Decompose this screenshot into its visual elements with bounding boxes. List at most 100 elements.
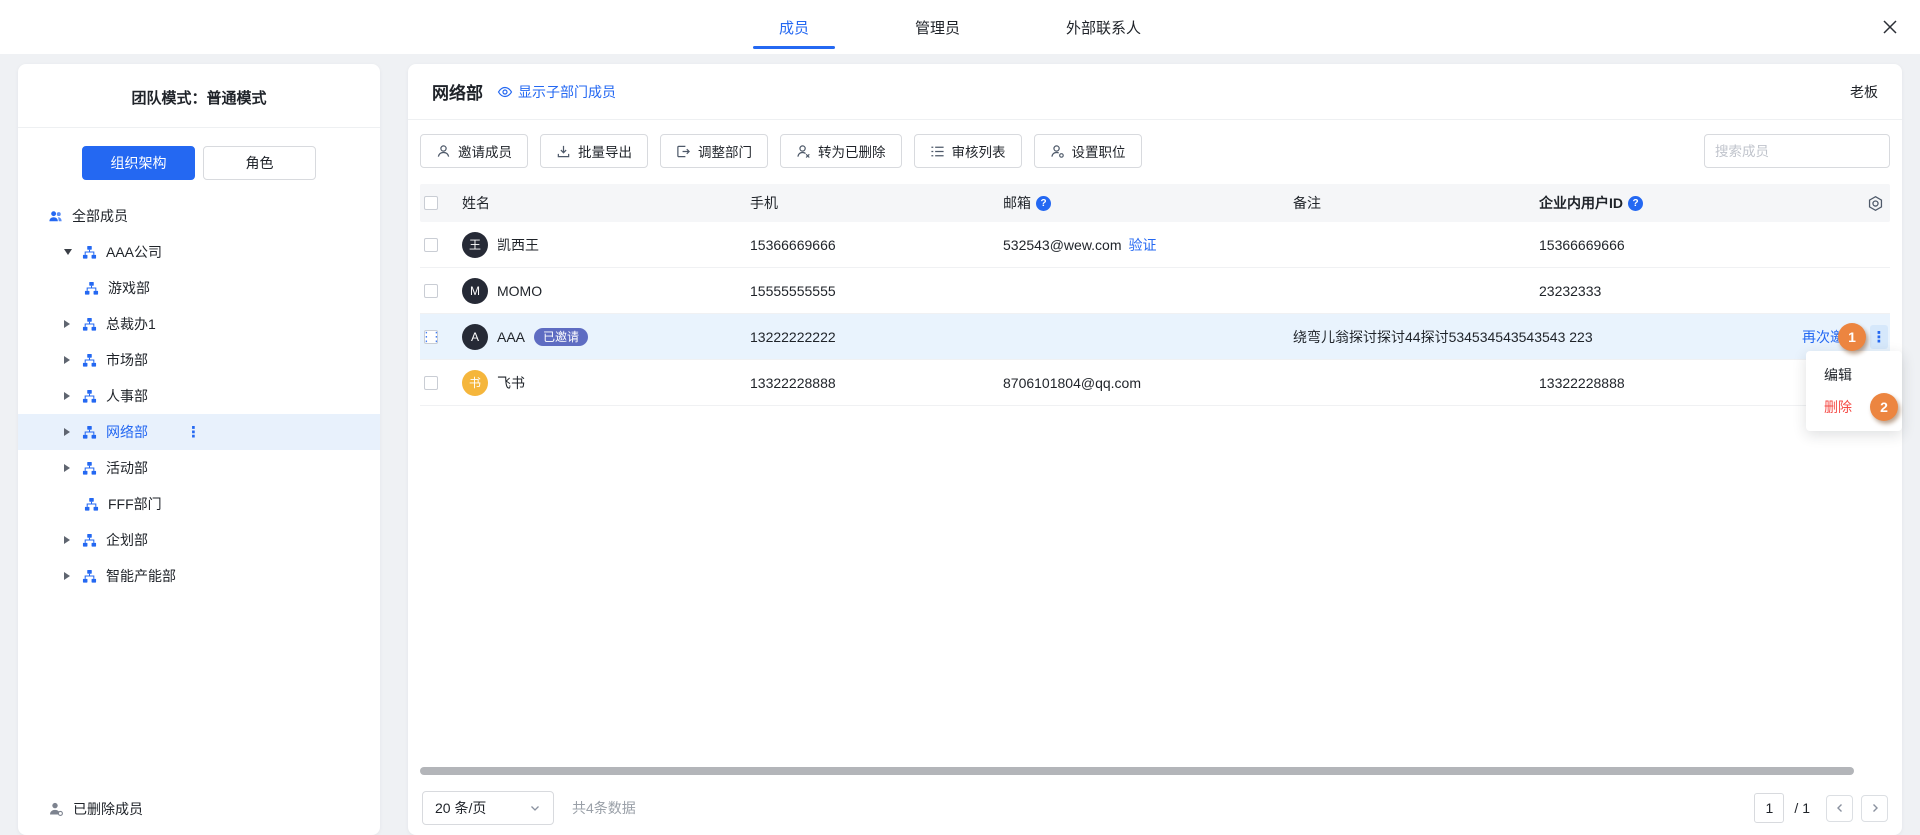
member-remark: 绕弯儿翁探讨探讨44探讨534534543543543 223 (1293, 327, 1593, 347)
set-position-label: 设置职位 (1072, 141, 1126, 161)
members-table: 姓名 手机 邮箱 ? 备注 企业内用户ID ? 王 凯西 (420, 184, 1890, 406)
annotation-marker-2: 2 (1870, 393, 1898, 421)
member-user-id: 13322228888 (1539, 375, 1625, 391)
page-size-select[interactable]: 20 条/页 (422, 791, 554, 825)
tree-label: 游戏部 (108, 278, 150, 298)
tree-label: 网络部 (106, 422, 148, 442)
tree-label: 智能产能部 (106, 566, 176, 586)
chevron-collapsed-icon[interactable] (64, 428, 76, 436)
delete-menu-item[interactable]: 删除 2 (1806, 391, 1902, 423)
panel-header: 网络部 显示子部门成员 老板 (408, 64, 1902, 119)
sidebar-item-market-dept[interactable]: 市场部 (18, 342, 380, 378)
next-page-button[interactable] (1861, 795, 1888, 822)
org-structure-button[interactable]: 组织架构 (82, 146, 195, 180)
sidebar-item-activity-dept[interactable]: 活动部 (18, 450, 380, 486)
table-row[interactable]: 书 飞书 13322228888 8706101804@qq.com 13322… (420, 360, 1890, 406)
table-row[interactable]: M MOMO 15555555555 23232333 (420, 268, 1890, 314)
help-icon[interactable]: ? (1036, 196, 1051, 211)
tree-label: 活动部 (106, 458, 148, 478)
sidebar-item-game-dept[interactable]: 游戏部 (18, 270, 380, 306)
member-email: 532543@wew.com (1003, 237, 1122, 253)
chevron-collapsed-icon[interactable] (64, 464, 76, 472)
sidebar-item-network-dept[interactable]: 网络部 ⋮ (18, 414, 380, 450)
tab-admins[interactable]: 管理员 (889, 0, 986, 54)
person-settings-icon (1050, 144, 1065, 159)
column-settings-icon[interactable] (1867, 195, 1884, 212)
tree-label: 总裁办1 (106, 314, 156, 334)
prev-page-button[interactable] (1826, 795, 1853, 822)
row-checkbox[interactable] (424, 284, 438, 298)
member-name: MOMO (497, 283, 542, 299)
table-row[interactable]: ⋮⋮ A AAA 已邀请 13222222222 绕弯儿翁探讨探讨44探讨534… (420, 314, 1890, 360)
invite-member-label: 邀请成员 (458, 141, 512, 161)
table-header-row: 姓名 手机 邮箱 ? 备注 企业内用户ID ? (420, 184, 1890, 222)
show-sub-dept-label: 显示子部门成员 (518, 82, 616, 102)
sidebar-item-hr-dept[interactable]: 人事部 (18, 378, 380, 414)
sidebar-item-planning-dept[interactable]: 企划部 (18, 522, 380, 558)
sidebar-item-ceo-office[interactable]: 总裁办1 (18, 306, 380, 342)
org-icon (84, 497, 99, 512)
move-to-deleted-button[interactable]: 转为已删除 (780, 134, 902, 168)
tree-label: AAA公司 (106, 242, 162, 262)
chevron-expanded-icon[interactable] (64, 249, 76, 255)
chevron-collapsed-icon[interactable] (64, 356, 76, 364)
more-icon[interactable]: ⋮ (186, 425, 201, 440)
invite-member-button[interactable]: 邀请成员 (420, 134, 528, 168)
avatar: 王 (462, 232, 488, 258)
show-sub-dept-toggle[interactable]: 显示子部门成员 (497, 82, 616, 102)
edit-menu-item[interactable]: 编辑 (1806, 359, 1902, 391)
delete-label: 删除 (1824, 397, 1852, 417)
verify-email-link[interactable]: 验证 (1129, 235, 1157, 255)
page-size-value: 20 条/页 (435, 798, 486, 818)
tree-label: 市场部 (106, 350, 148, 370)
batch-export-button[interactable]: 批量导出 (540, 134, 648, 168)
chevron-collapsed-icon[interactable] (64, 392, 76, 400)
batch-export-label: 批量导出 (578, 141, 632, 161)
close-icon[interactable] (1882, 19, 1898, 35)
member-user-id: 23232333 (1539, 283, 1601, 299)
org-icon (82, 461, 97, 476)
review-list-button[interactable]: 审核列表 (914, 134, 1022, 168)
review-list-label: 审核列表 (952, 141, 1006, 161)
member-phone: 13322228888 (750, 375, 836, 391)
row-checkbox[interactable] (424, 238, 438, 252)
adjust-department-button[interactable]: 调整部门 (660, 134, 768, 168)
move-to-deleted-label: 转为已删除 (818, 141, 886, 161)
chevron-collapsed-icon[interactable] (64, 320, 76, 328)
tab-members[interactable]: 成员 (753, 0, 835, 54)
row-checkbox[interactable] (424, 376, 438, 390)
tree-label: 人事部 (106, 386, 148, 406)
horizontal-scrollbar[interactable] (420, 767, 1854, 775)
help-icon[interactable]: ? (1628, 196, 1643, 211)
chevron-collapsed-icon[interactable] (64, 536, 76, 544)
drag-handle-icon[interactable]: ⋮⋮ (420, 329, 440, 345)
page-title: 网络部 (432, 79, 483, 104)
chevron-left-icon (1834, 802, 1846, 814)
page-number-input[interactable]: 1 (1754, 793, 1784, 823)
tab-external-contacts-label: 外部联系人 (1066, 17, 1141, 38)
member-email: 8706101804@qq.com (1003, 375, 1141, 391)
pagination-bar: 20 条/页 共4条数据 1 / 1 (408, 781, 1902, 835)
deleted-members-entry[interactable]: 已删除成员 (48, 799, 143, 819)
row-more-icon[interactable]: ⋮ (1870, 325, 1888, 349)
org-icon (82, 353, 97, 368)
select-all-checkbox[interactable] (424, 196, 438, 210)
tab-external-contacts[interactable]: 外部联系人 (1040, 0, 1167, 54)
sidebar-item-all-members[interactable]: 全部成员 (18, 198, 380, 234)
annotation-marker-1: 1 (1838, 323, 1866, 351)
set-position-button[interactable]: 设置职位 (1034, 134, 1142, 168)
search-input[interactable] (1715, 144, 1892, 159)
member-name: 飞书 (497, 373, 525, 393)
chevron-collapsed-icon[interactable] (64, 572, 76, 580)
list-icon (930, 144, 945, 159)
sidebar-item-smart-capacity-dept[interactable]: 智能产能部 (18, 558, 380, 594)
column-phone: 手机 (750, 193, 778, 213)
member-phone: 13222222222 (750, 329, 836, 345)
table-row[interactable]: 王 凯西王 15366669666 532543@wew.com 验证 1536… (420, 222, 1890, 268)
sidebar-item-aaa-company[interactable]: AAA公司 (18, 234, 380, 270)
member-phone: 15555555555 (750, 283, 836, 299)
roles-button[interactable]: 角色 (203, 146, 316, 180)
member-user-id: 15366669666 (1539, 237, 1625, 253)
member-search (1704, 134, 1890, 168)
sidebar-item-fff-dept[interactable]: FFF部门 (18, 486, 380, 522)
